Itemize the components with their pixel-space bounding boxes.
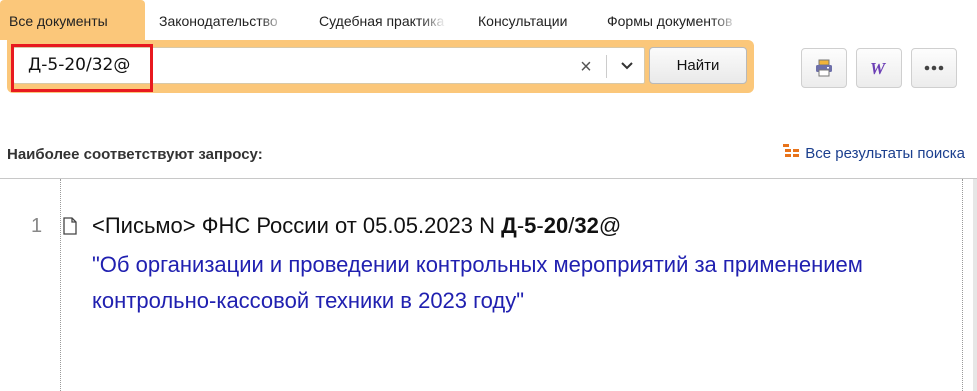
scrollbar[interactable] bbox=[973, 179, 977, 391]
tab-fade bbox=[712, 0, 738, 40]
tab-legislation[interactable]: Законодательство bbox=[150, 0, 286, 40]
more-button[interactable] bbox=[911, 48, 957, 88]
tab-fade bbox=[260, 0, 286, 40]
result-code-part: Д bbox=[501, 213, 517, 238]
all-results-label: Все результаты поиска bbox=[805, 144, 965, 162]
result-code-part: 32 bbox=[574, 213, 599, 238]
result-title[interactable]: <Письмо> ФНС России от 05.05.2023 N Д-5-… bbox=[92, 213, 621, 239]
search-highlight-box bbox=[11, 44, 153, 92]
print-button[interactable] bbox=[801, 48, 847, 88]
tab-consultations[interactable]: Консультации bbox=[469, 0, 597, 40]
tab-label: Консультации bbox=[478, 13, 568, 29]
tab-label: Все документы bbox=[9, 13, 108, 29]
result-code-part: - bbox=[536, 213, 544, 238]
tab-court-practice[interactable]: Судебная практика bbox=[310, 0, 446, 40]
result-number: 1 bbox=[31, 215, 43, 237]
tab-document-forms[interactable]: Формы документов bbox=[598, 0, 738, 40]
svg-text:W: W bbox=[870, 59, 887, 78]
chevron-down-icon[interactable] bbox=[614, 54, 640, 78]
result-code-part: @ bbox=[598, 213, 622, 238]
results-panel: 1 <Письмо> ФНС России от 05.05.2023 N Д-… bbox=[0, 178, 977, 391]
find-button[interactable]: Найти bbox=[649, 47, 747, 84]
search-tabs: Все документы Законодательство Судебная … bbox=[0, 0, 760, 40]
result-title-prefix: <Письмо> ФНС России от 05.05.2023 N bbox=[92, 213, 502, 238]
results-heading: Наиболее соответствуют запросу: bbox=[7, 146, 263, 163]
input-separator bbox=[606, 55, 607, 78]
document-icon bbox=[63, 217, 77, 240]
result-code-part: 20 bbox=[543, 213, 569, 238]
tab-fade bbox=[420, 0, 446, 40]
close-icon[interactable]: × bbox=[575, 56, 597, 78]
word-export-button[interactable]: W bbox=[856, 48, 902, 88]
tab-all-documents[interactable]: Все документы bbox=[0, 0, 145, 40]
result-code-part: 5 bbox=[524, 213, 537, 238]
all-results-link[interactable]: Все результаты поиска bbox=[783, 144, 965, 162]
result-description-link[interactable]: "Об организации и проведении контрольных… bbox=[92, 247, 872, 319]
tree-list-icon bbox=[783, 144, 805, 162]
